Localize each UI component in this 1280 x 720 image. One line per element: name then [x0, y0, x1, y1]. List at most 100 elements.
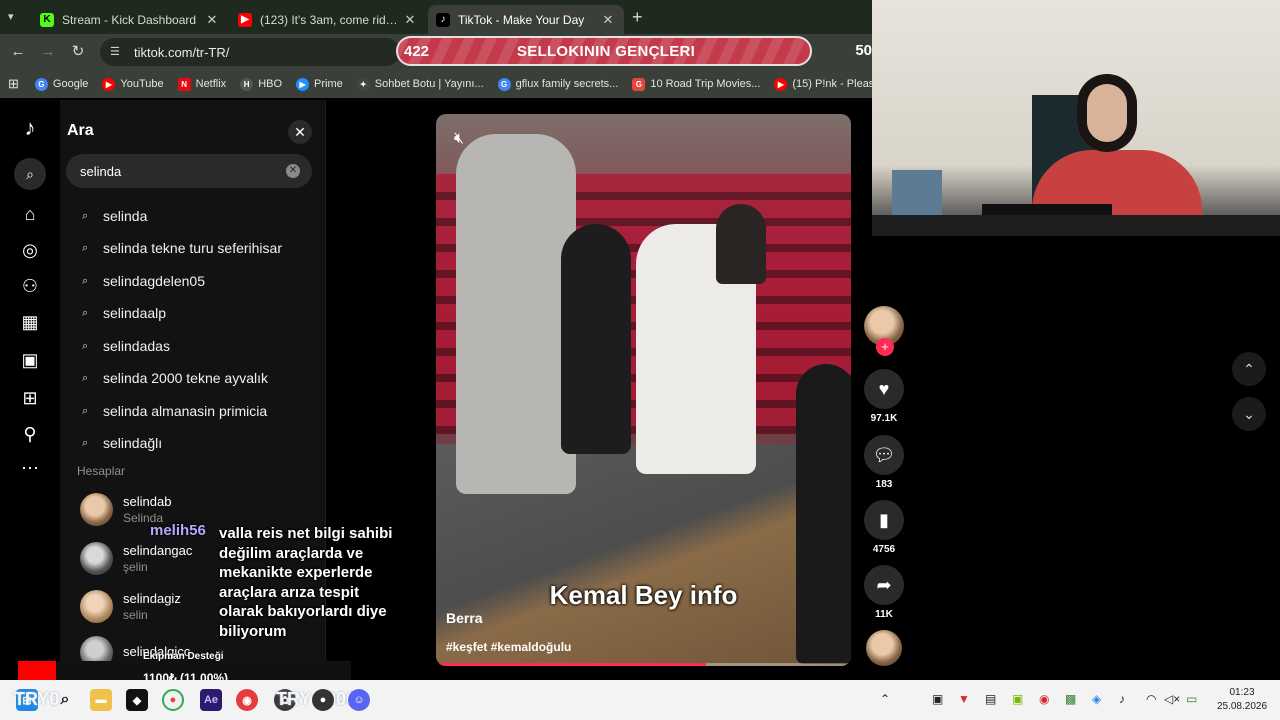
obs-icon[interactable]: ● — [312, 689, 334, 711]
account-item[interactable]: selindagiz selin — [80, 588, 181, 624]
video-progress-fill — [436, 663, 706, 666]
bookmark-gflux[interactable]: Ggflux family secrets... — [497, 77, 618, 91]
tab-kick-dashboard[interactable]: K Stream - Kick Dashboard ✕ — [32, 5, 228, 34]
video-hashtags[interactable]: #keşfet #kemaldoğulu — [446, 640, 571, 654]
suggestion-item[interactable]: ⌕ selindadas — [82, 336, 170, 356]
netflix-icon: N — [177, 77, 191, 91]
profile-icon[interactable]: ⚲ — [18, 422, 42, 446]
video-person — [716, 204, 766, 284]
system-clock[interactable]: 01:23 25.08.2026 — [1212, 686, 1272, 714]
search-query-text: selinda — [80, 163, 122, 179]
bookmark-google[interactable]: G Google — [34, 77, 88, 91]
close-icon[interactable]: ✕ — [600, 12, 616, 28]
tray-overflow-chevron-icon[interactable]: ⌃ — [880, 692, 890, 706]
wifi-icon[interactable]: ◠ — [1146, 692, 1156, 706]
search-icon[interactable]: ⌕ — [54, 689, 76, 711]
live-tv-icon[interactable]: ▣ — [18, 348, 42, 372]
app-icon[interactable]: ◉ — [236, 689, 258, 711]
chrome-icon[interactable]: ● — [162, 689, 184, 711]
bookmark-hbo[interactable]: H HBO — [240, 77, 282, 91]
save-button[interactable]: ▮ 4756 — [864, 500, 904, 555]
g-red-icon: G — [632, 77, 646, 91]
friends-film-icon[interactable]: ▦ — [18, 310, 42, 334]
bookmark-youtube[interactable]: ▶ YouTube — [102, 77, 164, 91]
tray-app-icon[interactable]: ▩ — [1065, 692, 1076, 706]
share-button[interactable]: ➦ 11K — [864, 565, 904, 620]
search-icon: ⌕ — [82, 306, 89, 319]
close-icon[interactable]: ✕ — [204, 12, 220, 28]
account-item[interactable]: selindangac şelin — [80, 540, 192, 576]
banner-count-right: 50 — [855, 42, 872, 59]
tiktok-page: ♪ ⌕ ⌂ ◎ ⚇ ▦ ▣ ⊞ ⚲ ⋯ Ara ✕ selinda ✕ ⌕ sel… — [0, 100, 904, 680]
forward-arrow-icon[interactable]: → — [38, 42, 58, 62]
creator-avatar-button[interactable]: + — [864, 306, 904, 356]
new-tab-button[interactable]: + — [632, 7, 643, 28]
search-icon: ⌕ — [82, 209, 89, 222]
file-explorer-icon[interactable]: ▬ — [90, 689, 112, 711]
video-progress-bar[interactable] — [436, 663, 851, 666]
search-input[interactable]: selinda ✕ — [66, 154, 312, 188]
suggestion-item[interactable]: ⌕ selinda tekne turu seferihisar — [82, 238, 282, 258]
video-author[interactable]: Berra — [446, 610, 483, 626]
upload-plus-icon[interactable]: ⊞ — [18, 386, 42, 410]
video-player[interactable]: 🔇︎ Kemal Bey info Berra #keşfet #kemaldo… — [436, 114, 851, 666]
suggestion-item[interactable]: ⌕ selindagdelen05 — [82, 271, 205, 291]
tray-app-icon[interactable]: ▣ — [932, 692, 943, 706]
previous-video-chevron-up-icon[interactable]: ⌃ — [1232, 352, 1266, 386]
mute-icon[interactable]: 🔇︎ — [454, 130, 464, 148]
after-effects-icon[interactable]: Ae — [200, 689, 222, 711]
next-video-chevron-down-icon[interactable]: ⌄ — [1232, 397, 1266, 431]
tab-search-icon[interactable]: ▾ — [8, 10, 22, 24]
video-person — [796, 364, 851, 664]
suggestion-item[interactable]: ⌕ selindaalp — [82, 303, 166, 323]
apps-grid-icon[interactable]: ⊞ — [8, 76, 19, 92]
battery-icon[interactable]: ▭ — [1186, 692, 1197, 706]
tray-app-icon[interactable]: ◈ — [1092, 692, 1101, 706]
follow-plus-icon[interactable]: + — [876, 338, 894, 356]
tray-app-icon[interactable]: ▼ — [958, 692, 970, 706]
stream-ghost-text-left: TRY0 — [14, 689, 60, 709]
close-search-button[interactable]: ✕ — [288, 120, 312, 144]
tiktok-icon: ♪ — [436, 12, 450, 27]
search-icon[interactable]: ⌕ — [14, 158, 46, 190]
address-bar[interactable]: ☰ tiktok.com/tr-TR/ — [100, 38, 400, 66]
google-icon: G — [497, 77, 511, 91]
site-info-icon[interactable]: ☰ — [110, 45, 124, 59]
microphone-icon[interactable]: ♪ — [1119, 692, 1125, 706]
discord-icon[interactable]: ☺ — [348, 689, 370, 711]
tray-app-icon[interactable]: ◉ — [1039, 692, 1049, 706]
more-dots-icon[interactable]: ⋯ — [18, 456, 42, 480]
following-icon[interactable]: ⚇ — [18, 274, 42, 298]
explore-compass-icon[interactable]: ◎ — [18, 238, 42, 262]
avatar — [80, 589, 113, 623]
suggestion-item[interactable]: ⌕ selinda almanasin primicia — [82, 401, 267, 421]
app-icon[interactable]: ◆ — [126, 689, 148, 711]
close-icon[interactable]: ✕ — [402, 12, 418, 28]
bot-icon: ✦ — [356, 77, 370, 91]
bookmark-netflix[interactable]: N Netflix — [177, 77, 226, 91]
tray-app-icon[interactable]: ▤ — [985, 692, 996, 706]
avatar — [80, 541, 113, 575]
tiktok-logo-icon[interactable]: ♪ — [18, 116, 42, 140]
bookmark-road-trip[interactable]: G 10 Road Trip Movies... — [632, 77, 760, 91]
search-icon: ⌕ — [82, 241, 89, 254]
music-disc-button[interactable] — [864, 630, 904, 666]
home-icon[interactable]: ⌂ — [18, 202, 42, 226]
reload-icon[interactable]: ↻ — [68, 42, 88, 62]
bookmark-sohbet-botu[interactable]: ✦ Sohbet Botu | Yayını... — [356, 77, 484, 91]
clear-search-icon[interactable]: ✕ — [286, 164, 300, 178]
tab-youtube[interactable]: ▶ (123) It's 3am, come ride with me ✕ — [230, 5, 426, 34]
nvidia-icon[interactable]: ▣ — [1012, 692, 1023, 706]
bookmark-icon: ▮ — [864, 500, 904, 540]
bookmark-prime[interactable]: ▶ Prime — [296, 77, 343, 91]
like-button[interactable]: ♥ 97.1K — [864, 369, 904, 424]
suggestion-item[interactable]: ⌕ selindağlı — [82, 433, 162, 453]
back-arrow-icon[interactable]: ← — [8, 42, 28, 62]
search-icon: ⌕ — [82, 339, 89, 352]
prime-icon: ▶ — [296, 77, 310, 91]
suggestion-item[interactable]: ⌕ selinda 2000 tekne ayvalık — [82, 368, 268, 388]
tab-tiktok[interactable]: ♪ TikTok - Make Your Day ✕ — [428, 5, 624, 34]
suggestion-item[interactable]: ⌕ selinda — [82, 206, 147, 226]
comment-button[interactable]: 💬︎ 183 — [864, 435, 904, 490]
volume-muted-icon[interactable]: ◁× — [1164, 692, 1180, 706]
